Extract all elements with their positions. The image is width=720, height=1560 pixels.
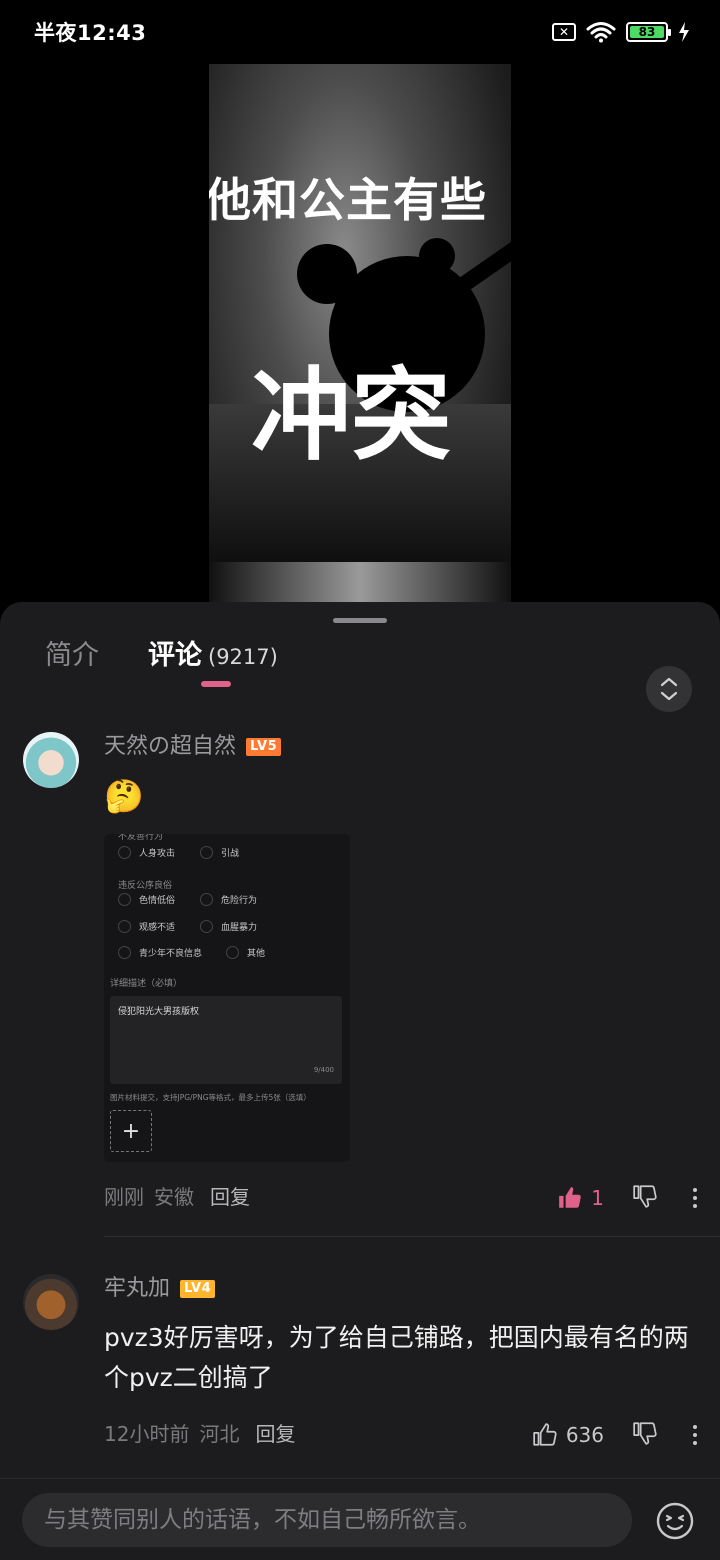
more-options-icon[interactable] (692, 1188, 698, 1208)
shot-textbox: 侵犯阳光大男孩版权 9/400 (110, 996, 342, 1084)
dislike-button[interactable] (632, 1420, 658, 1450)
comment-emoji: 🤔 (104, 777, 144, 815)
comment-location: 安徽 (154, 1185, 194, 1209)
comment-input-bar: 与其赞同别人的话语，不如自己畅所欲言。 (0, 1478, 720, 1560)
comment-meta: 12小时前 河北 回复 (104, 1420, 295, 1448)
comment-username[interactable]: 天然の超自然 LV5 (104, 732, 282, 762)
sim-disabled-icon: ✕ (552, 23, 576, 41)
shot-add-icon: + (110, 1110, 152, 1152)
shot-option: 危险行为 (200, 893, 257, 906)
shot-option: 色情低俗 (118, 893, 175, 906)
thumbs-down-icon (633, 1185, 657, 1208)
comment-divider (104, 1236, 720, 1237)
comment-sheet: 简介 评论 (9217) 天然の超自然 LV5 🤔 不友善行为 人身攻击 引战 (0, 602, 720, 1560)
tab-intro[interactable]: 简介 (45, 636, 99, 676)
tab-comments-label: 评论 (148, 640, 202, 671)
username-text: 天然の超自然 (104, 734, 237, 759)
username-text: 牢丸加 (104, 1276, 171, 1301)
shot-option: 观感不适 (118, 920, 175, 933)
tab-comments[interactable]: 评论 (9217) (148, 636, 278, 677)
charging-icon (679, 22, 689, 42)
status-icons: ✕ 83 (552, 21, 690, 43)
like-count: 1 (591, 1186, 604, 1210)
comment-time: 12小时前 (104, 1422, 190, 1446)
video-caption-1: 他和公主有些 (209, 173, 487, 227)
comment-text: pvz3好厉害呀，为了给自己铺路，把国内最有名的两个pvz二创搞了 (104, 1323, 689, 1392)
like-button[interactable]: 636 (532, 1422, 604, 1448)
level-badge: LV5 (246, 738, 282, 756)
emoji-icon (656, 1502, 694, 1540)
level-badge: LV4 (180, 1280, 216, 1298)
avatar[interactable] (23, 732, 79, 788)
comment-location: 河北 (199, 1422, 240, 1446)
shot-option: 血腥暴力 (200, 920, 257, 933)
emoji-button[interactable] (655, 1501, 695, 1541)
thumbs-down-icon (633, 1422, 657, 1445)
comment-image[interactable]: 不友善行为 人身攻击 引战 违反公序良俗 色情低俗 危险行为 观感不适 血腥暴力… (104, 834, 350, 1162)
comment-username[interactable]: 牢丸加 LV4 (104, 1274, 216, 1304)
battery-icon: 83 (626, 22, 671, 42)
shot-textbox-text: 侵犯阳光大男孩版权 (118, 1007, 200, 1017)
shot-section-2: 违反公序良俗 (118, 881, 173, 891)
thumbs-up-filled-icon (559, 1187, 582, 1208)
shot-section-1: 不友善行为 (118, 834, 164, 842)
video-band (209, 562, 511, 604)
tab-comments-count: (9217) (208, 645, 278, 669)
tab-active-indicator (201, 681, 231, 687)
shot-option: 其他 (226, 946, 265, 959)
like-count: 636 (565, 1423, 604, 1447)
tab-bar: 简介 评论 (9217) (0, 636, 720, 712)
status-bar: 半夜12:43 ✕ 83 (0, 0, 720, 64)
battery-level: 83 (630, 26, 664, 38)
dislike-button[interactable] (632, 1183, 658, 1213)
shot-upload-note: 图片材料提交，支持JPG/PNG等格式，最多上传5张（选填） (110, 1093, 311, 1102)
shot-option: 青少年不良信息 (118, 946, 202, 959)
shot-option: 引战 (200, 846, 239, 859)
shot-option: 人身攻击 (118, 846, 175, 859)
wifi-icon (586, 22, 616, 43)
status-time: 半夜12:43 (34, 21, 147, 45)
thumbs-up-icon (533, 1423, 557, 1446)
comment-input[interactable]: 与其赞同别人的话语，不如自己畅所欲言。 (22, 1493, 632, 1547)
comment-meta: 刚刚 安徽 回复 (104, 1183, 250, 1211)
shot-textbox-count: 9/400 (313, 1066, 334, 1074)
sort-chevrons-icon (660, 677, 678, 701)
drag-handle[interactable] (333, 618, 387, 623)
comment-time: 刚刚 (104, 1185, 144, 1209)
avatar[interactable] (23, 1274, 79, 1330)
shot-detail-label: 详细描述（必填） (110, 979, 183, 989)
more-options-icon[interactable] (692, 1425, 698, 1445)
reply-button[interactable]: 回复 (210, 1183, 250, 1211)
reply-button[interactable]: 回复 (255, 1420, 295, 1448)
sort-button[interactable] (646, 666, 692, 712)
like-button[interactable]: 1 (557, 1185, 604, 1211)
video-caption-2: 冲突 (251, 357, 451, 474)
video-player[interactable]: 他和公主有些 冲突 (209, 64, 511, 604)
comment-actions: 1 (557, 1182, 698, 1214)
comment-actions: 636 (532, 1419, 698, 1451)
